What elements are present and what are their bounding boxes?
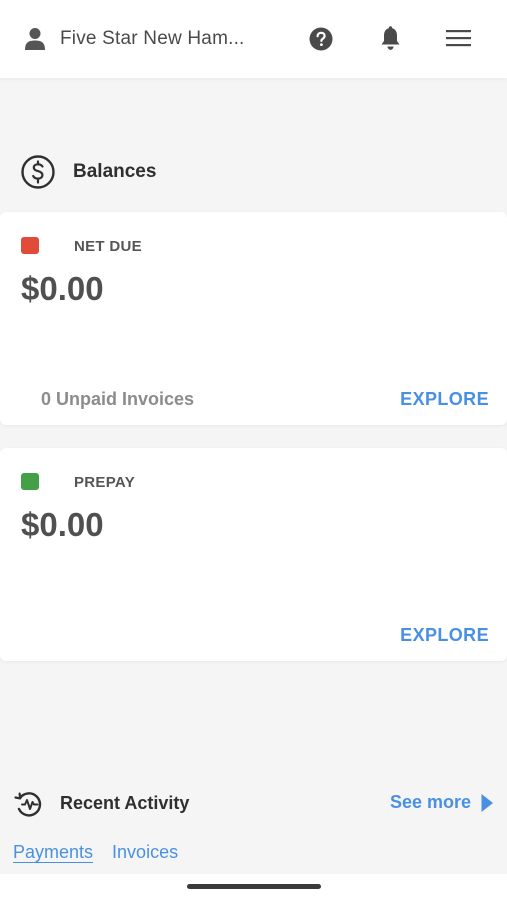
account-name[interactable]: Five Star New Ham...: [60, 28, 245, 50]
activity-tabs: Payments Invoices: [13, 842, 197, 863]
balances-title: Balances: [73, 161, 157, 182]
prepay-explore-button[interactable]: EXPLORE: [400, 625, 489, 646]
menu-icon[interactable]: [446, 28, 471, 48]
net-due-explore-button[interactable]: EXPLORE: [400, 389, 489, 410]
see-more-label[interactable]: See more: [390, 792, 471, 813]
prepay-label: PREPAY: [74, 474, 135, 491]
caret-right-icon[interactable]: [480, 793, 494, 813]
tab-invoices[interactable]: Invoices: [112, 842, 178, 863]
net-due-card[interactable]: NET DUE $0.00 0 Unpaid Invoices EXPLORE: [0, 212, 507, 425]
net-due-color-swatch: [21, 237, 39, 254]
recent-activity-header: Recent Activity See more: [14, 789, 494, 819]
user-icon[interactable]: [24, 27, 46, 51]
home-indicator[interactable]: [187, 884, 321, 889]
dollar-circle-icon: [21, 155, 55, 189]
bell-icon[interactable]: [379, 26, 402, 51]
balances-header: Balances: [20, 155, 156, 189]
top-app-bar: Five Star New Ham...: [0, 0, 507, 78]
recent-activity-title: Recent Activity: [60, 793, 190, 813]
see-more-link[interactable]: See more: [390, 792, 494, 813]
tab-payments[interactable]: Payments: [13, 842, 93, 863]
help-icon[interactable]: [309, 27, 333, 51]
unpaid-invoices-count: 0 Unpaid Invoices: [41, 389, 195, 409]
net-due-label: NET DUE: [74, 238, 142, 255]
net-due-amount: $0.00: [21, 270, 104, 307]
prepay-card[interactable]: PREPAY $0.00 EXPLORE: [0, 448, 507, 661]
prepay-amount: $0.00: [21, 506, 104, 543]
activity-history-icon: [14, 792, 42, 817]
prepay-color-swatch: [21, 473, 39, 490]
